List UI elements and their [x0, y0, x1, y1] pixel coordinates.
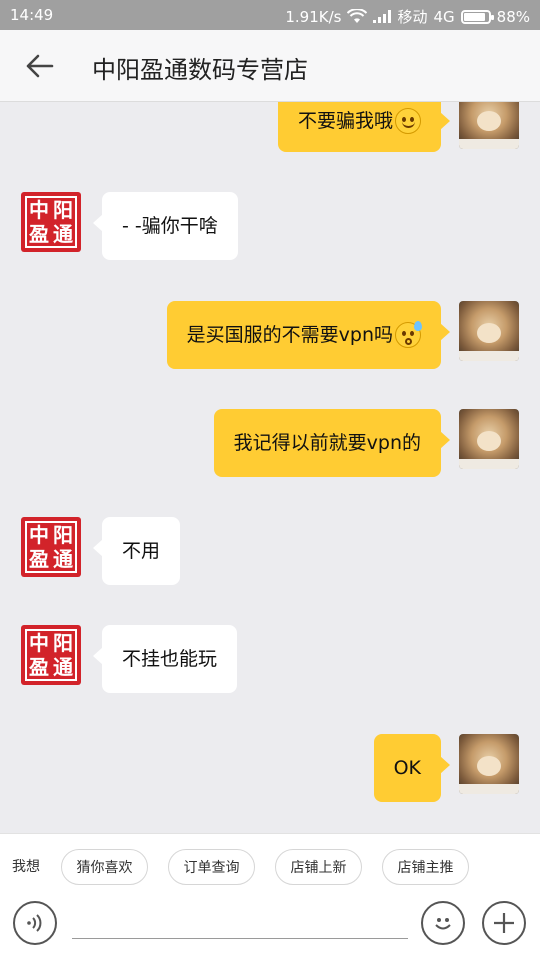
message-bubble-own[interactable]: OK: [373, 734, 451, 802]
message-text: OK: [393, 757, 421, 779]
shop-avatar-char: 中: [29, 523, 49, 547]
quick-chip-guess-you-like[interactable]: 猜你喜欢: [61, 849, 148, 885]
emoji-button[interactable]: [421, 901, 465, 945]
battery-percent: 88%: [496, 7, 530, 26]
plus-icon: [494, 913, 514, 933]
quick-reply-bar: 我想 猜你喜欢 订单查询 店铺上新 店铺主推: [0, 833, 540, 895]
message-bubble-own[interactable]: 不要骗我哦: [277, 102, 451, 152]
message-bubble-shop[interactable]: 不用: [92, 517, 181, 585]
quick-reply-label: 我想: [12, 859, 40, 875]
user-avatar[interactable]: [459, 734, 519, 794]
shop-avatar[interactable]: 中 阳 盈 通: [21, 625, 81, 685]
voice-button[interactable]: [13, 901, 57, 945]
user-avatar[interactable]: [459, 301, 519, 361]
quick-chip-featured[interactable]: 店铺主推: [382, 849, 469, 885]
shop-avatar-char: 通: [53, 222, 73, 246]
add-button[interactable]: [482, 901, 526, 945]
back-button[interactable]: [22, 50, 62, 82]
message-text: - -骗你干啥: [122, 215, 218, 237]
message-text: 不要骗我哦: [297, 110, 393, 132]
message-text: 不用: [122, 540, 161, 562]
status-bar: 14:49 1.91K/s 移动 4G 88%: [0, 0, 540, 30]
net-speed: 1.91K/s: [285, 7, 342, 26]
shop-avatar-char: 阳: [53, 198, 73, 222]
shop-avatar-char: 通: [53, 655, 73, 679]
message-bubble-own[interactable]: 我记得以前就要vpn的: [213, 409, 451, 477]
shop-avatar-char: 阳: [53, 631, 73, 655]
input-bar: [0, 895, 540, 960]
user-avatar[interactable]: [459, 102, 519, 149]
signal-icon: [373, 10, 392, 23]
shop-avatar-char: 盈: [29, 655, 49, 679]
status-time: 14:49: [10, 6, 54, 24]
shop-avatar-char: 通: [53, 547, 73, 571]
message-text: 我记得以前就要vpn的: [233, 432, 421, 454]
shop-avatar[interactable]: 中 阳 盈 通: [21, 517, 81, 577]
message-text: 是买国服的不需要vpn吗: [186, 324, 393, 346]
sweat-emoji-icon: [395, 321, 422, 348]
shop-avatar-char: 盈: [29, 222, 49, 246]
message-bubble-shop[interactable]: - -骗你干啥: [93, 192, 238, 260]
quick-chip-order-query[interactable]: 订单查询: [168, 849, 255, 885]
user-avatar[interactable]: [459, 409, 519, 469]
arrow-left-icon: [26, 54, 54, 78]
message-bubble-own[interactable]: 是买国服的不需要vpn吗: [166, 301, 451, 369]
message-text: 不挂也能玩: [122, 648, 218, 670]
emoji-icon: [435, 918, 451, 930]
smile-emoji-icon: [395, 108, 421, 134]
shop-avatar-char: 中: [29, 631, 49, 655]
battery-fill: [463, 12, 485, 21]
shop-avatar-char: 阳: [53, 523, 73, 547]
status-right: 1.91K/s 移动 4G 88%: [285, 6, 530, 27]
voice-icon: [27, 914, 42, 932]
chat-area[interactable]: 不要骗我哦 中 阳 盈 通 - -骗你干啥 是买国服的不需要vpn吗 我记得以前…: [0, 102, 540, 833]
network-type: 4G: [433, 7, 455, 26]
wifi-icon: [347, 9, 368, 24]
message-bubble-shop[interactable]: 不挂也能玩: [92, 625, 238, 693]
battery-icon: [460, 9, 494, 24]
shop-avatar[interactable]: 中 阳 盈 通: [21, 192, 81, 252]
quick-chip-new-arrivals[interactable]: 店铺上新: [275, 849, 362, 885]
carrier: 移动: [397, 8, 428, 26]
chat-header: 中阳盈通数码专营店: [0, 30, 540, 102]
page-title: 中阳盈通数码专营店: [92, 56, 308, 84]
shop-avatar-char: 盈: [29, 547, 49, 571]
shop-avatar-char: 中: [29, 198, 49, 222]
message-input[interactable]: [72, 901, 408, 939]
